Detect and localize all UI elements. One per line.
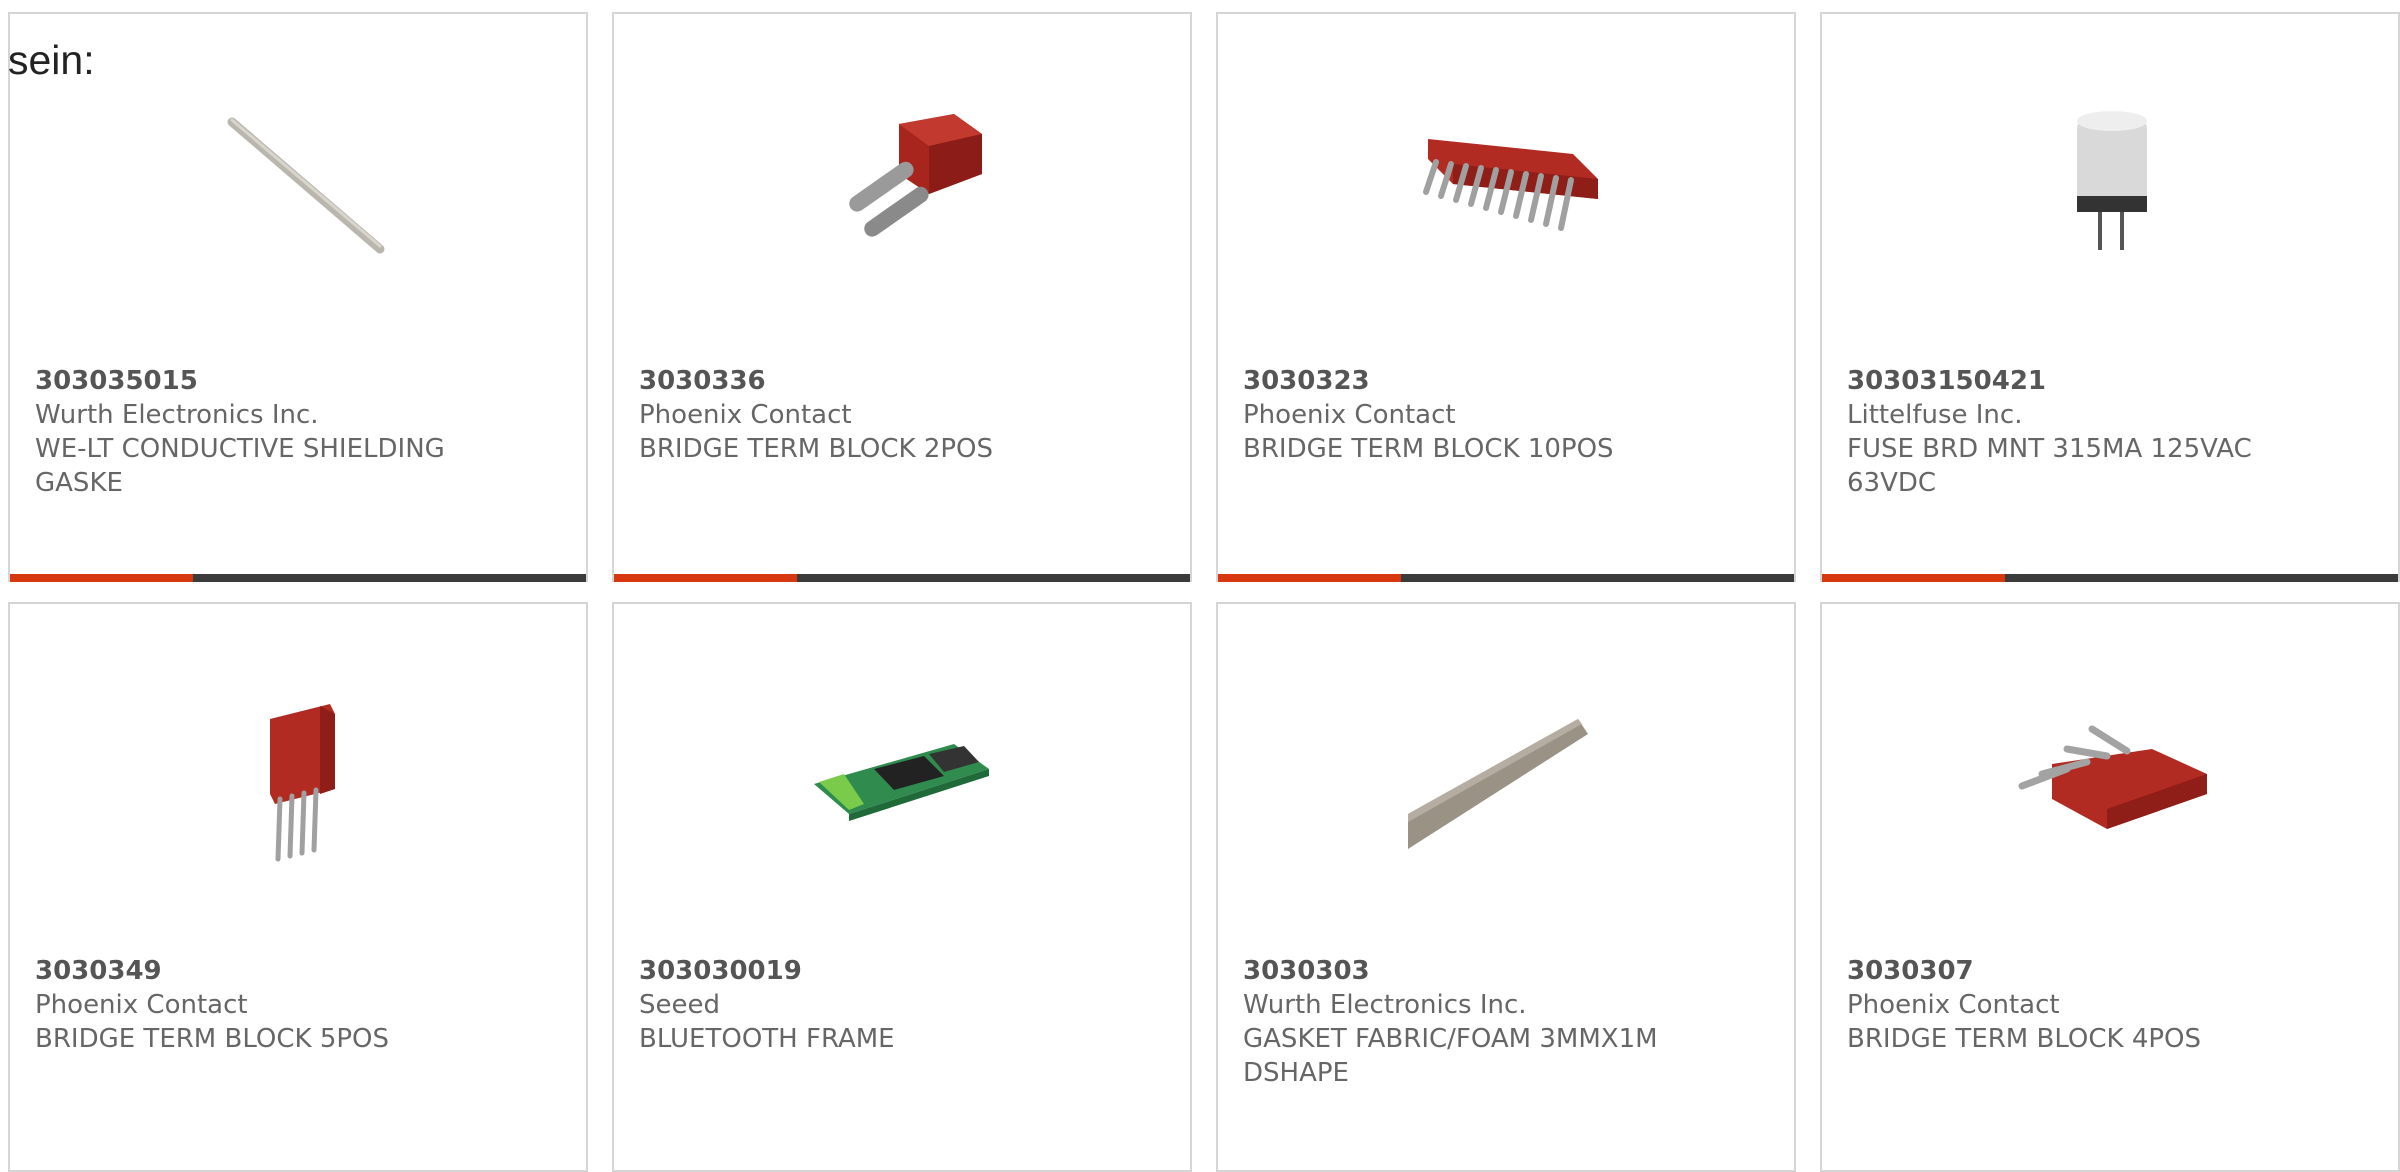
- description: FUSE BRD MNT 315MA 125VAC 63VDC: [1847, 434, 2252, 498]
- description: BRIDGE TERM BLOCK 10POS: [1243, 434, 1614, 464]
- part-number[interactable]: 303030019: [639, 954, 1099, 988]
- product-card[interactable]: 3030336 Phoenix Contact BRIDGE TERM BLOC…: [612, 12, 1192, 582]
- description: BRIDGE TERM BLOCK 5POS: [35, 1024, 390, 1054]
- part-number[interactable]: 3030307: [1847, 954, 2307, 988]
- part-number[interactable]: 303035015: [35, 364, 495, 398]
- bluetooth-module-icon: [804, 674, 1004, 874]
- part-number[interactable]: 3030303: [1243, 954, 1703, 988]
- product-card[interactable]: 30303150421 Littelfuse Inc. FUSE BRD MNT…: [1820, 12, 2400, 582]
- manufacturer: Littelfuse Inc.: [1847, 400, 2023, 430]
- bridge-4pos-icon: [2012, 674, 2212, 874]
- manufacturer: Phoenix Contact: [1847, 990, 2060, 1020]
- product-card[interactable]: 3030349 Phoenix Contact BRIDGE TERM BLOC…: [8, 602, 588, 1172]
- product-card[interactable]: 303030019 Seeed BLUETOOTH FRAME: [612, 602, 1192, 1172]
- intro-text: sein:: [8, 37, 95, 83]
- manufacturer: Seeed: [639, 990, 720, 1020]
- description: BLUETOOTH FRAME: [639, 1024, 895, 1054]
- foam-gasket-icon: [1408, 674, 1608, 874]
- product-card[interactable]: 3030303 Wurth Electronics Inc. GASKET FA…: [1216, 602, 1796, 1172]
- product-card[interactable]: 3030323 Phoenix Contact BRIDGE TERM BLOC…: [1216, 12, 1796, 582]
- manufacturer: Wurth Electronics Inc.: [35, 400, 319, 430]
- card-footer-bar: [1218, 574, 1794, 582]
- bridge-5pos-icon: [200, 674, 400, 874]
- manufacturer: Wurth Electronics Inc.: [1243, 990, 1527, 1020]
- description: BRIDGE TERM BLOCK 4POS: [1847, 1024, 2202, 1054]
- part-number[interactable]: 3030349: [35, 954, 495, 988]
- part-number[interactable]: 3030323: [1243, 364, 1703, 398]
- manufacturer: Phoenix Contact: [639, 400, 852, 430]
- manufacturer: Phoenix Contact: [35, 990, 248, 1020]
- bridge-2pos-icon: [804, 84, 1004, 284]
- description: GASKET FABRIC/FOAM 3MMX1M DSHAPE: [1243, 1024, 1658, 1088]
- part-number[interactable]: 30303150421: [1847, 364, 2307, 398]
- part-number[interactable]: 3030336: [639, 364, 1099, 398]
- card-footer-bar: [10, 574, 586, 582]
- card-footer-bar: [1822, 574, 2398, 582]
- description: WE-LT CONDUCTIVE SHIELDING GASKE: [35, 434, 445, 498]
- product-card[interactable]: 303035015 Wurth Electronics Inc. WE-LT C…: [8, 12, 588, 582]
- shielding-gasket-strip-icon: [200, 84, 400, 284]
- bridge-10pos-icon: [1408, 84, 1608, 284]
- product-card[interactable]: 3030307 Phoenix Contact BRIDGE TERM BLOC…: [1820, 602, 2400, 1172]
- manufacturer: Phoenix Contact: [1243, 400, 1456, 430]
- card-footer-bar: [614, 574, 1190, 582]
- fuse-icon: [2012, 84, 2212, 284]
- description: BRIDGE TERM BLOCK 2POS: [639, 434, 994, 464]
